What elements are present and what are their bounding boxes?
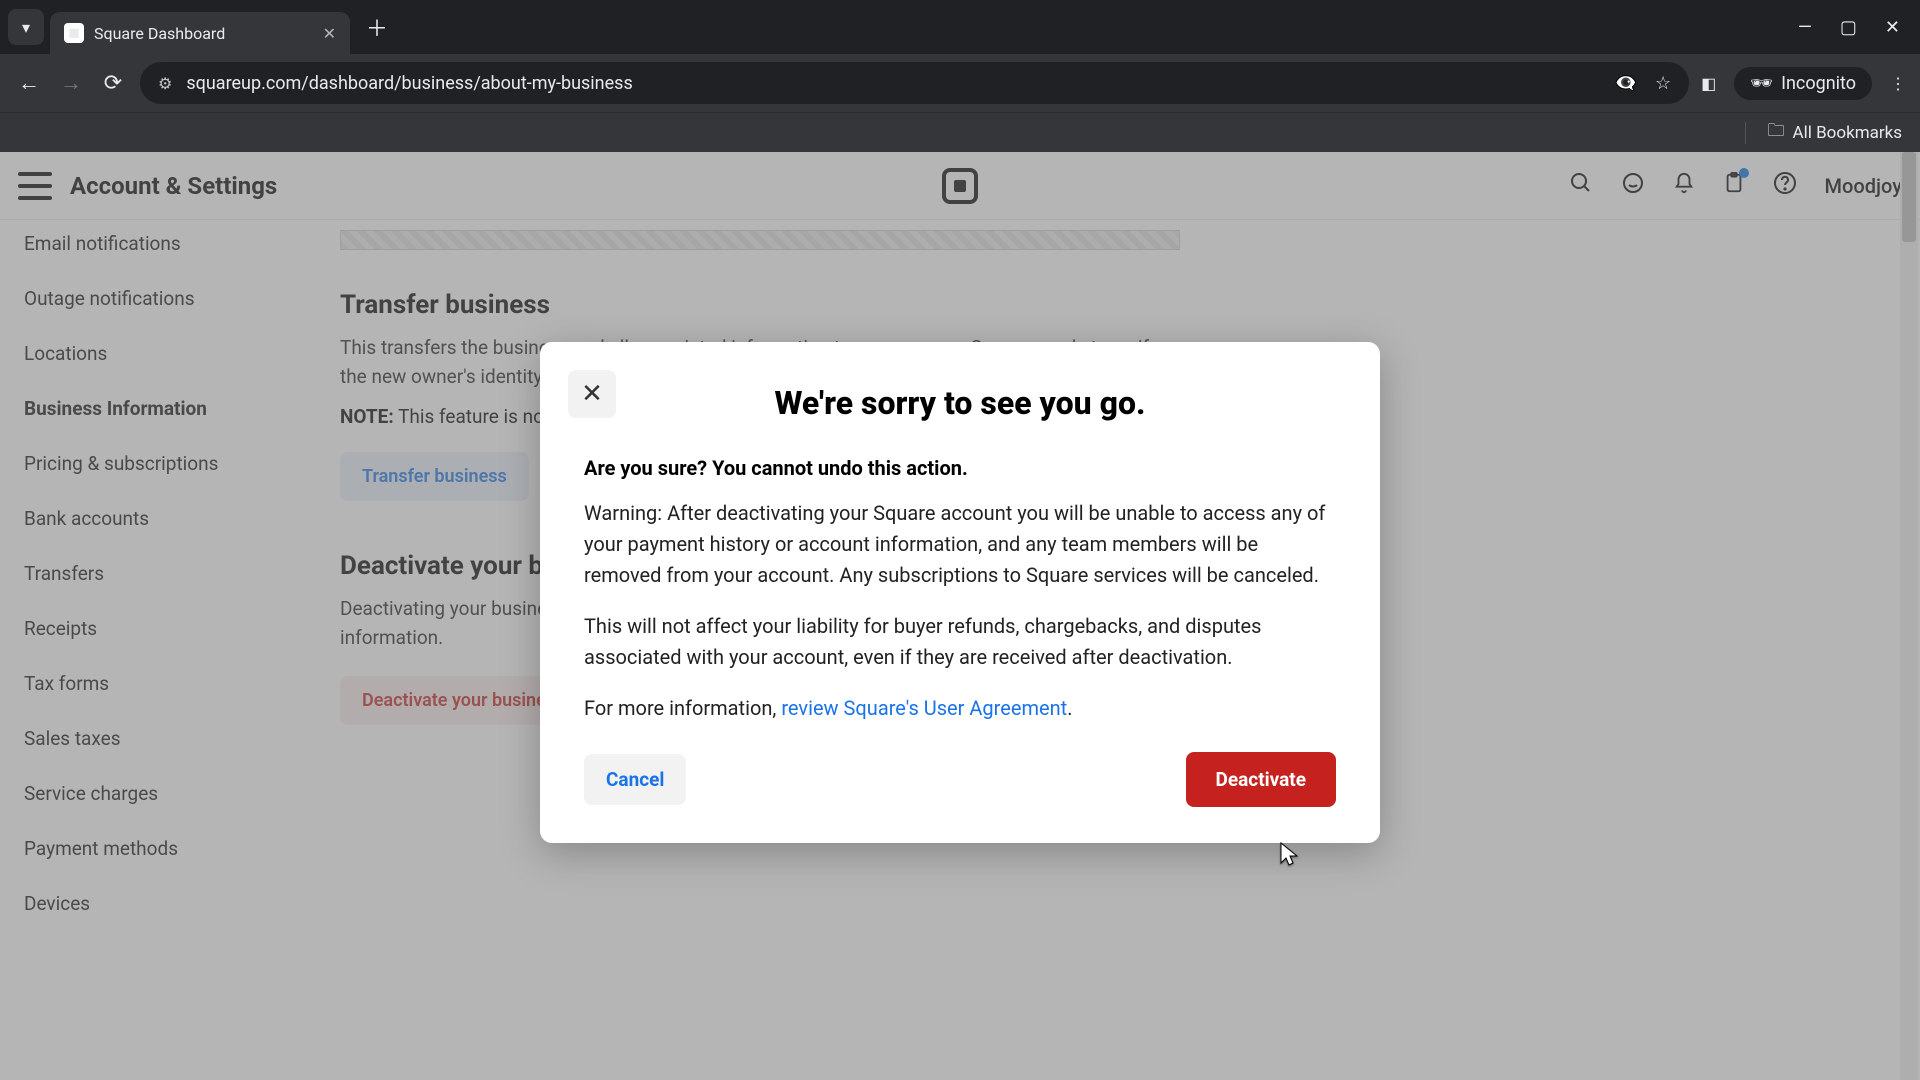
- tab-title: Square Dashboard: [94, 24, 225, 43]
- folder-icon: 🗀: [1768, 118, 1785, 147]
- modal-more-info: For more information, review Square's Us…: [584, 693, 1336, 724]
- modal-close-button[interactable]: ✕: [568, 370, 616, 418]
- deactivate-confirm-modal: ✕ We're sorry to see you go. Are you sur…: [540, 342, 1380, 843]
- bookmarks-bar: 🗀 All Bookmarks: [0, 112, 1920, 152]
- incognito-icon: 🕶: [1750, 73, 1773, 94]
- nav-reload-button[interactable]: ⟳: [98, 68, 128, 98]
- nav-forward-button[interactable]: →: [56, 68, 86, 98]
- modal-overlay[interactable]: ✕ We're sorry to see you go. Are you sur…: [0, 152, 1920, 1080]
- browser-toolbar: ← → ⟳ ⚙ squareup.com/dashboard/business/…: [0, 54, 1920, 112]
- browser-menu-icon[interactable]: ⋮: [1890, 74, 1906, 93]
- new-tab-button[interactable]: ＋: [360, 10, 394, 44]
- divider: [1745, 122, 1746, 144]
- url-text: squareup.com/dashboard/business/about-my…: [186, 73, 632, 94]
- bookmark-star-icon[interactable]: ☆: [1655, 73, 1671, 94]
- address-bar[interactable]: ⚙ squareup.com/dashboard/business/about-…: [140, 62, 1689, 104]
- chevron-down-icon: ▾: [22, 18, 30, 37]
- deactivate-button[interactable]: Deactivate: [1186, 752, 1336, 807]
- user-agreement-link[interactable]: review Square's User Agreement: [781, 696, 1067, 720]
- close-icon: ✕: [581, 379, 603, 409]
- incognito-indicator[interactable]: 🕶 Incognito: [1734, 67, 1872, 100]
- eye-off-icon[interactable]: 👁‍🗨: [1615, 73, 1637, 94]
- modal-warning-1: Warning: After deactivating your Square …: [584, 498, 1336, 591]
- tab-favicon: ◼: [64, 23, 84, 43]
- window-maximize-icon[interactable]: ▢: [1840, 17, 1857, 38]
- mouse-cursor: [1280, 842, 1300, 868]
- browser-tabstrip: ▾ ◼ Square Dashboard ✕ ＋ ― ▢ ✕: [0, 0, 1920, 54]
- browser-tab[interactable]: ◼ Square Dashboard ✕: [50, 12, 350, 54]
- all-bookmarks-button[interactable]: All Bookmarks: [1793, 123, 1902, 143]
- window-minimize-icon[interactable]: ―: [1798, 17, 1812, 38]
- tab-close-icon[interactable]: ✕: [323, 24, 336, 43]
- modal-title: We're sorry to see you go.: [584, 384, 1336, 422]
- site-settings-icon[interactable]: ⚙: [158, 74, 172, 93]
- cancel-button[interactable]: Cancel: [584, 754, 686, 805]
- nav-back-button[interactable]: ←: [14, 68, 44, 98]
- modal-warning-2: This will not affect your liability for …: [584, 611, 1336, 673]
- modal-confirm-text: Are you sure? You cannot undo this actio…: [584, 456, 1336, 480]
- incognito-label: Incognito: [1781, 73, 1856, 94]
- side-panel-icon[interactable]: ◧: [1701, 74, 1716, 93]
- tab-search-button[interactable]: ▾: [8, 9, 44, 45]
- window-close-icon[interactable]: ✕: [1885, 17, 1900, 38]
